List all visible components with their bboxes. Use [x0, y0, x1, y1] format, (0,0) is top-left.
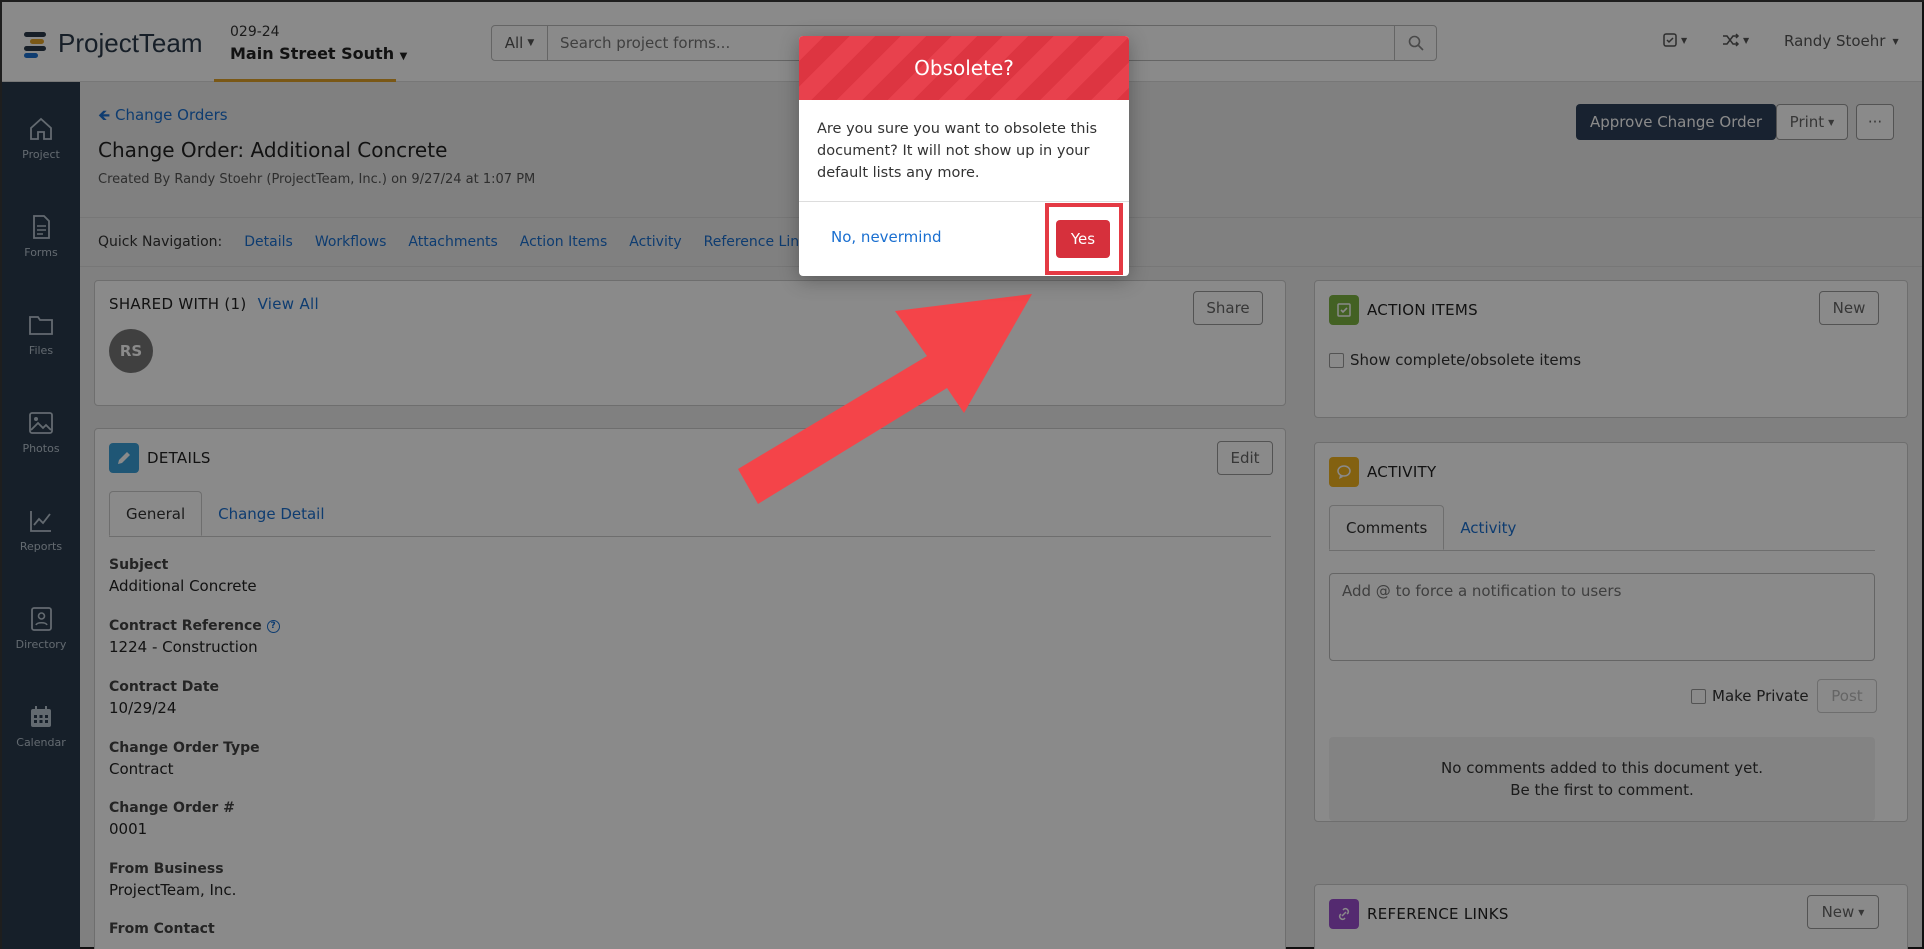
dialog-message: Are you sure you want to obsolete this d… [799, 100, 1129, 202]
highlight-box [1045, 203, 1123, 275]
cancel-button[interactable]: No, nevermind [831, 228, 942, 246]
dialog-title: Obsolete? [799, 36, 1129, 100]
